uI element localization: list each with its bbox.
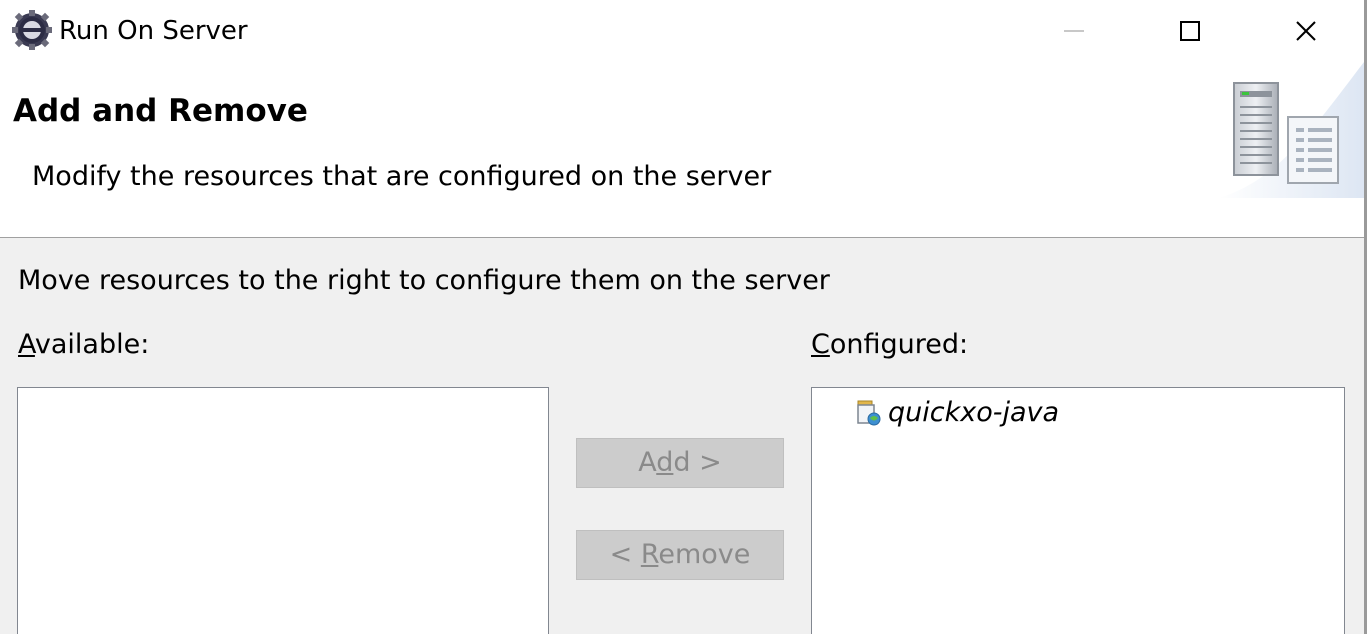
eclipse-app-icon bbox=[12, 10, 52, 50]
available-label-mnemonic: A bbox=[18, 329, 35, 360]
remove-button-post: emove bbox=[658, 539, 751, 570]
add-button-mnemonic: d bbox=[656, 447, 674, 478]
web-module-icon bbox=[857, 400, 881, 426]
close-icon bbox=[1296, 21, 1316, 41]
list-item[interactable]: quickxo-java bbox=[854, 396, 1059, 430]
configured-resources-list[interactable]: quickxo-java bbox=[811, 387, 1345, 634]
wizard-banner: Add and Remove Modify the resources that… bbox=[0, 62, 1364, 238]
add-button[interactable]: Add > bbox=[576, 438, 784, 488]
instruction-text: Move resources to the right to configure… bbox=[18, 265, 830, 296]
close-button[interactable] bbox=[1248, 0, 1364, 62]
configured-label-text: onfigured: bbox=[829, 329, 969, 360]
page-title: Add and Remove bbox=[13, 93, 308, 129]
server-wizard-icon bbox=[1218, 62, 1364, 198]
available-label: Available: bbox=[18, 328, 149, 362]
maximize-button[interactable] bbox=[1132, 0, 1248, 62]
minimize-icon bbox=[1064, 30, 1084, 32]
available-resources-list[interactable] bbox=[17, 387, 549, 634]
add-button-post: d > bbox=[673, 447, 722, 478]
content-area: Move resources to the right to configure… bbox=[0, 238, 1364, 634]
remove-button-mnemonic: R bbox=[640, 539, 659, 570]
window-title: Run On Server bbox=[59, 16, 248, 46]
add-button-pre: A bbox=[638, 447, 657, 478]
title-bar: Run On Server bbox=[0, 0, 1364, 62]
available-label-text: vailable: bbox=[34, 329, 150, 360]
remove-button-pre: < bbox=[609, 539, 641, 570]
maximize-icon bbox=[1180, 21, 1200, 41]
page-description: Modify the resources that are configured… bbox=[32, 161, 772, 192]
run-on-server-dialog: Run On Server Add and Remove Modify the … bbox=[0, 0, 1367, 634]
configured-label: Configured: bbox=[811, 328, 968, 362]
list-item-label: quickxo-java bbox=[888, 397, 1060, 428]
remove-button[interactable]: < Remove bbox=[576, 530, 784, 580]
minimize-button[interactable] bbox=[1016, 0, 1132, 62]
configured-label-mnemonic: C bbox=[811, 329, 830, 360]
